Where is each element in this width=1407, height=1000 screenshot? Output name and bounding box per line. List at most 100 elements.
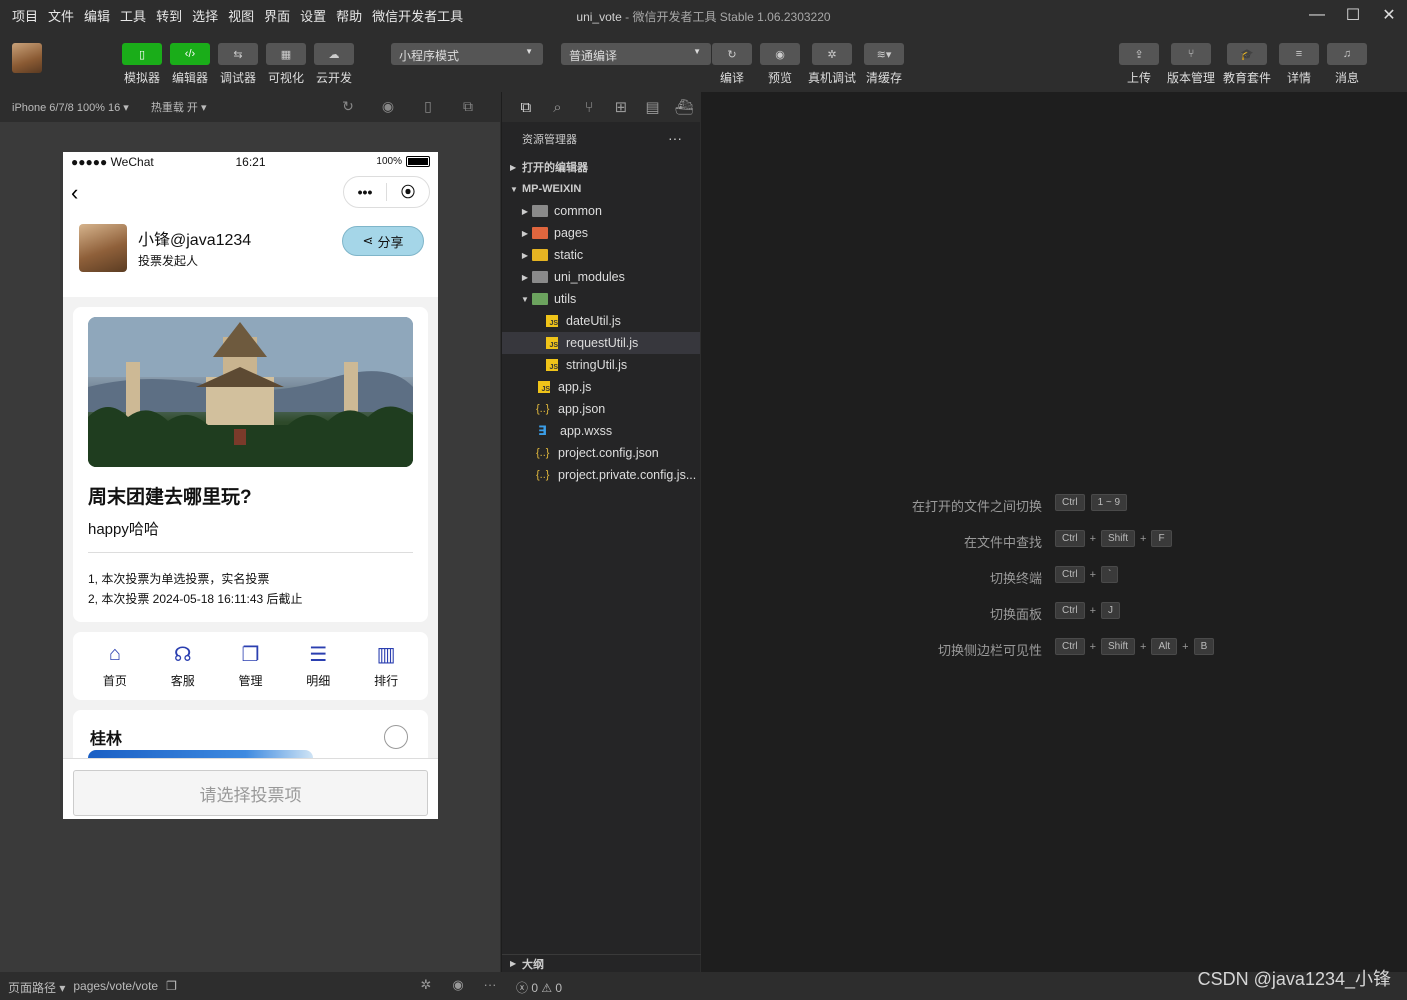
file-name: dateUtil.js xyxy=(566,314,621,328)
education-label: 教育套件 xyxy=(1222,71,1271,85)
phone-screen: ●●●●● WeChat 16:21 100% ‹ ••• ⦿ 小锋@java1… xyxy=(63,152,438,819)
vote-title: 周末团建去哪里玩? xyxy=(88,487,252,508)
tree-folder[interactable]: ▶ common xyxy=(502,200,700,222)
debugger-button[interactable]: ⇆ 调试器 xyxy=(214,43,262,86)
tree-folder[interactable]: ▶ pages xyxy=(502,222,700,244)
git-icon[interactable]: ⑂ xyxy=(573,99,605,116)
files-icon[interactable]: ⧉ xyxy=(510,99,542,116)
back-icon[interactable]: ‹ xyxy=(71,180,78,206)
more-icon[interactable]: ··· xyxy=(474,977,506,993)
submit-vote-button[interactable]: 请选择投票项 xyxy=(73,770,428,816)
tree-file[interactable]: {..} project.config.json xyxy=(502,442,700,464)
tree-folder[interactable]: ▶ static xyxy=(502,244,700,266)
project-actions: ⇪ 上传 ⑂ 版本管理 🎓 教育套件 ≡ 详情 ♫ 消息 xyxy=(1115,43,1371,86)
menu-view[interactable]: 视图 xyxy=(228,6,254,25)
key: Ctrl xyxy=(1055,602,1085,619)
outline-section[interactable]: ▶ 大纲 xyxy=(502,954,701,972)
tree-file[interactable]: ∃ app.wxss xyxy=(502,420,700,442)
option-radio[interactable] xyxy=(384,725,408,749)
more-icon[interactable]: ••• xyxy=(344,184,386,200)
extensions-icon[interactable]: ⊞ xyxy=(605,98,637,116)
maximize-button[interactable]: ☐ xyxy=(1335,0,1371,30)
search-icon[interactable]: ⌕ xyxy=(542,99,574,116)
copy-icon[interactable]: ❐ xyxy=(166,979,177,996)
phone-icon[interactable]: ▯ xyxy=(408,98,448,115)
messages-button[interactable]: ♫ 消息 xyxy=(1323,43,1371,86)
remote-debug-label: 真机调试 xyxy=(807,71,856,85)
cloud-dev-button[interactable]: ☁ 云开发 xyxy=(310,43,358,86)
upload-button[interactable]: ⇪ 上传 xyxy=(1115,43,1163,86)
bug-icon[interactable]: ✲ xyxy=(410,977,442,993)
shortcut-row: 切换侧边栏可见性 Ctrl + Shift + Alt + B xyxy=(701,638,1407,658)
menu-edit[interactable]: 编辑 xyxy=(84,6,110,25)
record-icon[interactable]: ◉ xyxy=(368,98,408,115)
problems-count[interactable]: ⓧ 0 ⚠ 0 xyxy=(516,979,562,996)
chevron-down-icon: ▼ xyxy=(521,294,529,304)
open-editors-section[interactable]: ▶ 打开的编辑器 xyxy=(502,156,700,178)
menu-file[interactable]: 文件 xyxy=(48,6,74,25)
nav-service[interactable]: ☊ 客服 xyxy=(149,640,217,689)
visual-button[interactable]: ▦ 可视化 xyxy=(262,43,310,86)
chevron-right-icon: ▶ xyxy=(521,250,529,260)
simulator-button[interactable]: ▯ 模拟器 xyxy=(118,43,166,86)
preview-button[interactable]: ◉ 预览 xyxy=(756,43,804,86)
nav-detail[interactable]: ☰ 明细 xyxy=(284,640,352,689)
docker-icon[interactable]: ⛴ xyxy=(668,98,700,116)
debugger-label: 调试器 xyxy=(219,71,256,85)
outline-label: 大纲 xyxy=(522,958,544,971)
key: Ctrl xyxy=(1055,566,1085,583)
user-avatar[interactable] xyxy=(12,43,42,73)
shortcut-desc: 在文件中查找 xyxy=(963,535,1042,550)
tree-file[interactable]: {..} app.json xyxy=(502,398,700,420)
chevron-right-icon: ▶ xyxy=(510,162,517,172)
clear-cache-button[interactable]: ≋▾ 清缓存 xyxy=(860,43,908,86)
shortcut-row: 切换面板 Ctrl + J xyxy=(701,602,1407,622)
tree-file[interactable]: {..} project.private.config.js... xyxy=(502,464,700,486)
minimize-button[interactable]: — xyxy=(1299,0,1335,30)
menu-goto[interactable]: 转到 xyxy=(156,6,182,25)
device-select[interactable]: iPhone 6/7/8 100% 16 ▾ xyxy=(12,101,129,114)
version-button[interactable]: ⑂ 版本管理 xyxy=(1163,43,1219,86)
education-button[interactable]: 🎓 教育套件 xyxy=(1219,43,1275,86)
quick-nav-card: ⌂ 首页 ☊ 客服 ❐ 管理 ☰ 明细 ▥ 排行 xyxy=(73,632,428,700)
home-icon: ⌂ xyxy=(108,642,121,665)
menu-select[interactable]: 选择 xyxy=(192,6,218,25)
nav-home[interactable]: ⌂ 首页 xyxy=(81,640,149,689)
menu-settings[interactable]: 设置 xyxy=(300,6,326,25)
editor-button[interactable]: ‹/› 编辑器 xyxy=(166,43,214,86)
page-path-select[interactable]: 页面路径 ▾ xyxy=(8,979,65,996)
compile-button[interactable]: ↻ 编译 xyxy=(708,43,756,86)
hotreload-toggle[interactable]: 热重载 开 ▾ xyxy=(151,99,207,115)
close-mini-icon[interactable]: ⦿ xyxy=(387,182,429,202)
details-button[interactable]: ≡ 详情 xyxy=(1275,43,1323,86)
compile-select[interactable]: 普通编译 ▼ xyxy=(561,43,711,65)
tree-file[interactable]: JS dateUtil.js xyxy=(502,310,700,332)
menu-help[interactable]: 帮助 xyxy=(336,6,362,25)
file-name: stringUtil.js xyxy=(566,358,628,372)
tree-folder[interactable]: ▶ uni_modules xyxy=(502,266,700,288)
simulator-bar: iPhone 6/7/8 100% 16 ▾ 热重载 开 ▾ ↻ ◉ ▯ ⧉ xyxy=(0,92,500,122)
tree-file[interactable]: JS stringUtil.js xyxy=(502,354,700,376)
folder-icon xyxy=(532,205,548,217)
menu-tools[interactable]: 工具 xyxy=(120,6,146,25)
close-button[interactable]: ✕ xyxy=(1371,0,1407,30)
menu-wechat-devtools[interactable]: 微信开发者工具 xyxy=(372,6,463,25)
rotate-icon[interactable]: ↻ xyxy=(328,98,368,115)
project-section[interactable]: ▼ MP-WEIXIN xyxy=(502,178,700,200)
eye-icon[interactable]: ◉ xyxy=(442,977,474,993)
mode-select[interactable]: 小程序模式 ▼ xyxy=(391,43,543,65)
more-icon[interactable]: ··· xyxy=(668,130,682,146)
share-button[interactable]: ⋖ 分享 xyxy=(342,226,424,256)
nav-rank[interactable]: ▥ 排行 xyxy=(352,640,420,689)
tree-file-selected[interactable]: JS requestUtil.js xyxy=(502,332,700,354)
menu-project[interactable]: 项目 xyxy=(12,6,38,25)
tree-folder[interactable]: ▼ utils xyxy=(502,288,700,310)
tree-file[interactable]: JS app.js xyxy=(502,376,700,398)
popout-icon[interactable]: ⧉ xyxy=(448,98,488,115)
json-file-icon: {..} xyxy=(536,469,550,481)
remote-debug-button[interactable]: ✲ 真机调试 xyxy=(804,43,860,86)
menu-interface[interactable]: 界面 xyxy=(264,6,290,25)
compile-actions: ↻ 编译 ◉ 预览 ✲ 真机调试 ≋▾ 清缓存 xyxy=(708,43,908,86)
panel-icon[interactable]: ▤ xyxy=(637,98,669,116)
nav-manage[interactable]: ❐ 管理 xyxy=(217,640,285,689)
